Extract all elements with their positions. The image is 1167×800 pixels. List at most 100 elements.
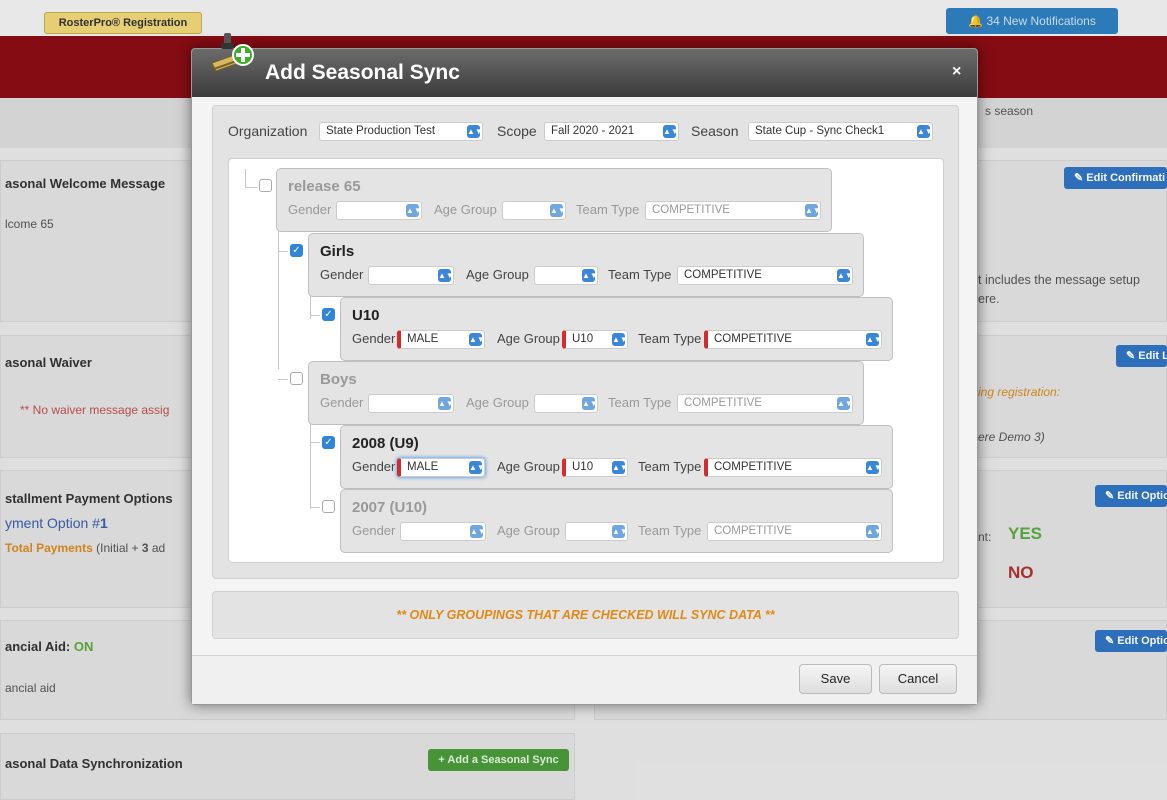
- gender-select[interactable]: ▲▼: [400, 522, 486, 541]
- tree-line: [278, 251, 288, 252]
- team-type-select[interactable]: COMPETITIVE ▲▼: [704, 458, 882, 477]
- team-type-label: Team Type: [576, 202, 640, 217]
- modal-title: Add Seasonal Sync: [265, 61, 460, 84]
- age-group-value: U10: [572, 461, 594, 473]
- team-type-label: Team Type: [638, 459, 702, 474]
- checkmark-icon: ✓: [324, 309, 333, 320]
- age-group-select[interactable]: ▲▼: [534, 394, 598, 413]
- modal-body: Organization State Production Test ▲▼ Sco…: [212, 105, 959, 579]
- age-group-select[interactable]: U10 ▲▼: [562, 458, 628, 477]
- team-type-label: Team Type: [608, 395, 672, 410]
- gender-value: MALE: [407, 461, 439, 473]
- select-caret-icon: ▲▼: [550, 204, 566, 217]
- node-name: release 65: [288, 178, 361, 195]
- gender-label: Gender: [288, 202, 332, 217]
- gender-label: Gender: [352, 331, 396, 346]
- select-caret-icon: ▲▼: [612, 333, 628, 346]
- tree-line: [278, 379, 288, 380]
- select-caret-icon: ▲▼: [866, 333, 882, 346]
- node-name: Girls: [320, 243, 355, 260]
- age-group-select[interactable]: ▲▼: [565, 522, 628, 541]
- select-caret-icon: ▲▼: [663, 125, 679, 138]
- select-caret-icon: ▲▼: [470, 525, 486, 538]
- select-caret-icon: ▲▼: [612, 461, 628, 474]
- age-group-label: Age Group: [434, 202, 497, 217]
- grouping-node-boys: Boys Gender ▲▼ Age Group ▲▼ Team Type CO…: [308, 361, 864, 425]
- grouping-node-girls: Girls Gender ▲▼ Age Group ▲▼ Team Type C…: [308, 233, 864, 297]
- team-type-select[interactable]: COMPETITIVE ▲▼: [645, 201, 821, 220]
- tree-line: [310, 442, 320, 443]
- team-type-label: Team Type: [608, 267, 672, 282]
- gender-select[interactable]: MALE ▲▼: [397, 330, 485, 349]
- select-caret-icon: ▲▼: [805, 204, 821, 217]
- tree-line: [310, 507, 320, 508]
- scope-value: Fall 2020 - 2021: [551, 125, 635, 137]
- node-checkbox[interactable]: ✓: [322, 436, 335, 449]
- node-name: Boys: [320, 371, 357, 388]
- gender-label: Gender: [320, 395, 364, 410]
- team-type-value: COMPETITIVE: [684, 269, 762, 281]
- scope-select[interactable]: Fall 2020 - 2021 ▲▼: [544, 122, 679, 141]
- node-checkbox[interactable]: [290, 372, 303, 385]
- close-icon[interactable]: ×: [952, 63, 961, 81]
- tree-line: [310, 424, 311, 509]
- select-caret-icon: ▲▼: [582, 397, 598, 410]
- age-group-label: Age Group: [466, 395, 529, 410]
- select-caret-icon: ▲▼: [866, 461, 882, 474]
- modal-footer: Save Cancel: [192, 655, 977, 704]
- save-button[interactable]: Save: [799, 664, 872, 694]
- organization-value: State Production Test: [326, 125, 436, 137]
- select-caret-icon: ▲▼: [612, 525, 628, 538]
- sync-warning: ** ONLY GROUPINGS THAT ARE CHECKED WILL …: [212, 591, 959, 639]
- season-label: Season: [691, 123, 739, 139]
- age-group-label: Age Group: [497, 331, 560, 346]
- team-type-select[interactable]: COMPETITIVE ▲▼: [704, 330, 882, 349]
- node-name: 2008 (U9): [352, 435, 419, 452]
- team-type-select[interactable]: COMPETITIVE ▲▼: [677, 266, 853, 285]
- gender-select[interactable]: ▲▼: [368, 394, 454, 413]
- select-caret-icon: ▲▼: [438, 269, 454, 282]
- organization-select[interactable]: State Production Test ▲▼: [319, 122, 483, 141]
- grouping-node-2008-u9: 2008 (U9) Gender MALE ▲▼ Age Group U10 ▲▼ …: [340, 425, 893, 489]
- gender-label: Gender: [352, 459, 396, 474]
- select-caret-icon: ▲▼: [837, 269, 853, 282]
- team-type-value: COMPETITIVE: [714, 333, 792, 345]
- age-group-value: U10: [572, 333, 594, 345]
- team-type-value: COMPETITIVE: [684, 397, 762, 409]
- select-caret-icon: ▲▼: [469, 333, 485, 346]
- age-group-select[interactable]: U10 ▲▼: [562, 330, 628, 349]
- team-type-value: COMPETITIVE: [714, 525, 792, 537]
- select-caret-icon: ▲▼: [406, 204, 422, 217]
- select-caret-icon: ▲▼: [467, 125, 483, 138]
- season-value: State Cup - Sync Check1: [755, 125, 885, 137]
- grouping-tree: release 65 Gender ▲▼ Age Group ▲▼ Team T…: [228, 158, 944, 563]
- team-type-select[interactable]: COMPETITIVE ▲▼: [707, 522, 882, 541]
- node-name: U10: [352, 307, 380, 324]
- select-caret-icon: ▲▼: [917, 125, 933, 138]
- grouping-node-2007-u10: 2007 (U10) Gender ▲▼ Age Group ▲▼ Team T…: [340, 489, 893, 553]
- team-type-select[interactable]: COMPETITIVE ▲▼: [677, 394, 853, 413]
- node-checkbox[interactable]: ✓: [290, 244, 303, 257]
- node-checkbox[interactable]: [322, 500, 335, 513]
- select-caret-icon: ▲▼: [469, 461, 485, 474]
- gender-value: MALE: [407, 333, 439, 345]
- gender-label: Gender: [352, 523, 396, 538]
- age-group-select[interactable]: ▲▼: [534, 266, 598, 285]
- season-select[interactable]: State Cup - Sync Check1 ▲▼: [748, 122, 933, 141]
- cancel-button[interactable]: Cancel: [879, 664, 957, 694]
- gender-select[interactable]: ▲▼: [368, 266, 454, 285]
- node-checkbox[interactable]: ✓: [322, 308, 335, 321]
- gender-select[interactable]: MALE ▲▼: [397, 458, 485, 477]
- team-type-value: COMPETITIVE: [652, 204, 730, 216]
- team-type-label: Team Type: [638, 523, 702, 538]
- age-group-select[interactable]: ▲▼: [502, 201, 566, 220]
- age-group-label: Age Group: [497, 459, 560, 474]
- tree-line: [245, 169, 246, 187]
- organization-label: Organization: [228, 123, 308, 139]
- grouping-node-u10: U10 Gender MALE ▲▼ Age Group U10 ▲▼ Team T…: [340, 297, 893, 361]
- node-name: 2007 (U10): [352, 499, 428, 516]
- age-group-label: Age Group: [466, 267, 529, 282]
- tree-line: [310, 315, 320, 316]
- node-checkbox[interactable]: [259, 179, 272, 192]
- gender-select[interactable]: ▲▼: [336, 201, 422, 220]
